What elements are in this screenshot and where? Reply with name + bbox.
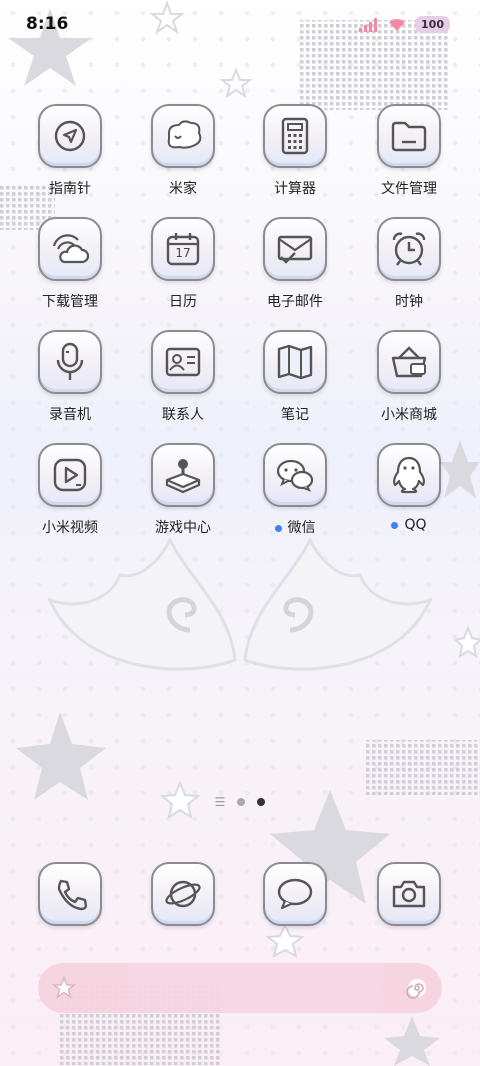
swirl-icon bbox=[406, 979, 426, 999]
app-download-manager[interactable]: 下载管理 bbox=[15, 217, 125, 311]
app-qq[interactable]: QQ bbox=[354, 443, 464, 533]
wifi-icon bbox=[389, 18, 406, 31]
app-label: 电子邮件 bbox=[267, 294, 323, 310]
joystick-icon bbox=[151, 443, 215, 507]
microphone-icon bbox=[38, 330, 102, 394]
search-bar[interactable] bbox=[38, 963, 442, 1013]
dock-phone[interactable] bbox=[15, 862, 125, 926]
phone-icon bbox=[38, 862, 102, 926]
app-calendar[interactable]: 17 日历 bbox=[128, 217, 238, 311]
alarm-clock-icon bbox=[377, 217, 441, 281]
shopping-basket-icon bbox=[377, 330, 441, 394]
app-label: 米家 bbox=[169, 181, 197, 197]
calendar-icon: 17 bbox=[151, 217, 215, 281]
qq-penguin-icon bbox=[377, 443, 441, 507]
mijia-icon bbox=[151, 104, 215, 168]
battery-icon: 100 bbox=[415, 16, 450, 33]
wallpaper-star bbox=[265, 922, 305, 958]
app-label: 录音机 bbox=[49, 407, 91, 423]
app-email[interactable]: 电子邮件 bbox=[240, 217, 350, 311]
app-drawer-icon[interactable]: ☰ bbox=[215, 795, 226, 809]
app-label: 时钟 bbox=[395, 294, 423, 310]
app-recorder[interactable]: 录音机 bbox=[15, 330, 125, 424]
page-indicator[interactable]: ☰ bbox=[0, 795, 480, 809]
app-label: 小米商城 bbox=[381, 407, 437, 423]
star-icon bbox=[52, 976, 76, 999]
email-icon bbox=[263, 217, 327, 281]
app-game-center[interactable]: 游戏中心 bbox=[128, 443, 238, 537]
app-calculator[interactable]: 计算器 bbox=[240, 104, 350, 198]
calculator-icon bbox=[263, 104, 327, 168]
wallpaper-star bbox=[384, 1016, 440, 1066]
app-label: 文件管理 bbox=[381, 181, 437, 197]
signal-icon bbox=[359, 17, 378, 32]
calendar-day: 17 bbox=[175, 246, 191, 260]
app-label: 笔记 bbox=[281, 407, 309, 423]
status-bar: 8:16 100 bbox=[0, 0, 480, 50]
app-label: 小米视频 bbox=[42, 520, 98, 536]
app-compass[interactable]: 指南针 bbox=[15, 104, 125, 198]
notes-book-icon bbox=[263, 330, 327, 394]
download-cloud-icon bbox=[38, 217, 102, 281]
app-mijia[interactable]: 米家 bbox=[128, 104, 238, 198]
app-wechat[interactable]: 微信 bbox=[240, 443, 350, 537]
app-label: 指南针 bbox=[49, 181, 91, 197]
app-file-manager[interactable]: 文件管理 bbox=[354, 104, 464, 198]
angel-wings-decoration bbox=[47, 536, 433, 671]
app-label: 下载管理 bbox=[42, 294, 98, 310]
app-label: QQ bbox=[354, 517, 464, 533]
app-label-text: QQ bbox=[404, 517, 427, 533]
app-clock[interactable]: 时钟 bbox=[354, 217, 464, 311]
pixel-patch bbox=[365, 740, 480, 795]
browser-planet-icon bbox=[151, 862, 215, 926]
app-label: 日历 bbox=[169, 294, 197, 310]
status-time: 8:16 bbox=[26, 14, 69, 34]
wechat-icon bbox=[263, 443, 327, 507]
app-label: 游戏中心 bbox=[155, 520, 211, 536]
page-dot[interactable] bbox=[237, 798, 246, 806]
wallpaper-star bbox=[16, 712, 106, 800]
app-notes[interactable]: 笔记 bbox=[240, 330, 350, 424]
update-dot bbox=[274, 524, 282, 532]
update-dot bbox=[391, 521, 399, 529]
app-mi-store[interactable]: 小米商城 bbox=[354, 330, 464, 424]
folder-icon bbox=[377, 104, 441, 168]
app-label: 联系人 bbox=[162, 407, 204, 423]
wallpaper-star bbox=[454, 625, 480, 659]
app-label: 计算器 bbox=[274, 181, 316, 197]
app-label: 微信 bbox=[240, 517, 350, 537]
video-play-icon bbox=[38, 443, 102, 507]
messages-icon bbox=[263, 862, 327, 926]
wallpaper-star bbox=[219, 67, 253, 99]
dock-messages[interactable] bbox=[240, 862, 350, 926]
dock-camera[interactable] bbox=[354, 862, 464, 926]
compass-icon bbox=[38, 104, 102, 168]
camera-icon bbox=[377, 862, 441, 926]
page-dot-active[interactable] bbox=[257, 798, 266, 806]
dock-browser[interactable] bbox=[128, 862, 238, 926]
app-contacts[interactable]: 联系人 bbox=[128, 330, 238, 424]
app-label-text: 微信 bbox=[287, 520, 316, 536]
app-mi-video[interactable]: 小米视频 bbox=[15, 443, 125, 537]
contact-card-icon bbox=[151, 330, 215, 394]
